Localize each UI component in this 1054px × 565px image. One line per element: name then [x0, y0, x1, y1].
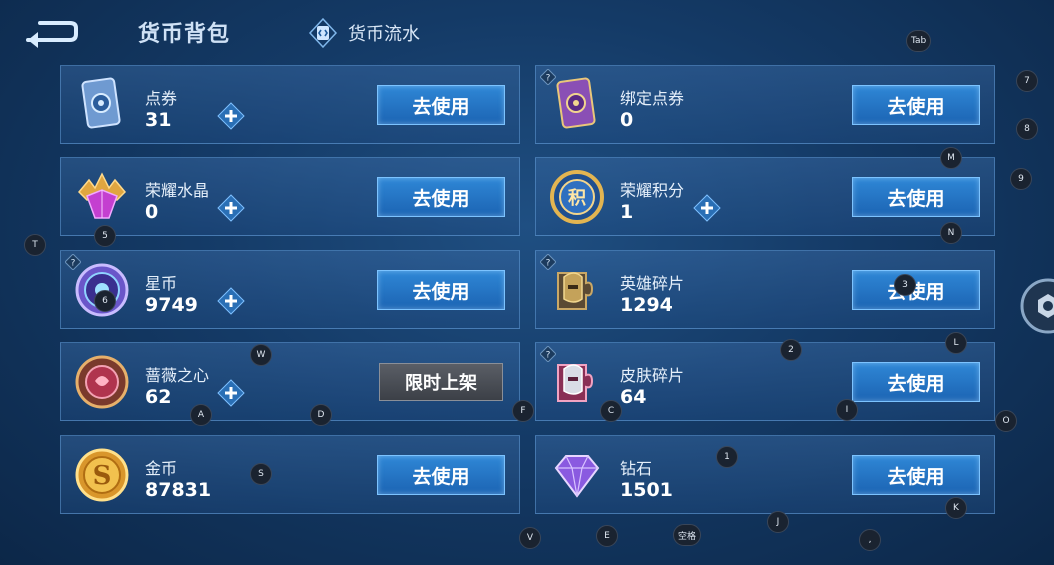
- plus-icon: [693, 194, 721, 222]
- currency-value: 9749: [145, 294, 198, 316]
- key-hint-w: W: [250, 344, 272, 366]
- gear-icon: [1020, 278, 1054, 334]
- glory-points-icon: 积: [546, 166, 608, 228]
- key-hint-o: O: [995, 410, 1017, 432]
- currency-value: 64: [620, 386, 647, 408]
- use-diamond-button[interactable]: 去使用: [852, 455, 980, 495]
- add-glory-crystal-button[interactable]: [217, 194, 245, 222]
- use-gold-coin-button[interactable]: 去使用: [377, 455, 505, 495]
- key-hint-c: C: [600, 400, 622, 422]
- key-hint-8: 8: [1016, 118, 1038, 140]
- currency-name: 英雄碎片: [620, 274, 685, 293]
- tab-currency-flow[interactable]: 货币流水: [308, 18, 420, 48]
- currency-name: 星币: [145, 274, 178, 293]
- currency-value: 87831: [145, 479, 212, 501]
- side-settings-button[interactable]: [1020, 278, 1054, 334]
- key-hint-1: 1: [716, 446, 738, 468]
- currency-name: 皮肤碎片: [620, 366, 685, 385]
- use-hero-fragment-button[interactable]: 去使用: [852, 270, 980, 310]
- add-rose-heart-button[interactable]: [217, 379, 245, 407]
- currency-card-star-coin: ? 星币 9749 去使用: [60, 250, 520, 329]
- rose-heart-icon: [71, 351, 133, 413]
- key-hint-n: N: [940, 222, 962, 244]
- key-hint-l: L: [945, 332, 967, 354]
- currency-value: 1294: [620, 294, 673, 316]
- plus-icon: [217, 379, 245, 407]
- currency-value: 0: [145, 201, 159, 223]
- currency-name: 荣耀水晶: [145, 181, 210, 200]
- key-hint-v: V: [519, 527, 541, 549]
- key-hint-k: K: [945, 497, 967, 519]
- currency-name: 蔷薇之心: [145, 366, 210, 385]
- add-star-coin-button[interactable]: [217, 287, 245, 315]
- key-hint-2: 2: [780, 339, 802, 361]
- skin-fragment-icon: [546, 351, 608, 413]
- key-hint-m: M: [940, 147, 962, 169]
- flow-tab-label: 货币流水: [348, 24, 420, 45]
- key-hint-6: 6: [94, 290, 116, 312]
- key-hint-space: 空格: [673, 524, 702, 546]
- add-coupon-button[interactable]: [217, 102, 245, 130]
- back-arrow-icon: [26, 21, 78, 48]
- currency-card-coupon: 点券 31 去使用: [60, 65, 520, 144]
- use-coupon-button[interactable]: 去使用: [377, 85, 505, 125]
- key-hint-i: I: [836, 399, 858, 421]
- currency-name: 钻石: [620, 459, 653, 478]
- currency-card-bound-coupon: ? 绑定点券 0 去使用: [535, 65, 995, 144]
- currency-value: 1501: [620, 479, 673, 501]
- use-glory-crystal-button[interactable]: 去使用: [377, 177, 505, 217]
- use-bound-coupon-button[interactable]: 去使用: [852, 85, 980, 125]
- key-hint-7: 7: [1016, 70, 1038, 92]
- currency-card-hero-fragment: ? 英雄碎片 1294 去使用: [535, 250, 995, 329]
- currency-value: 62: [145, 386, 172, 408]
- key-hint-tab: Tab: [906, 30, 932, 52]
- currency-card-gold-coin: S 金币 87831 去使用: [60, 435, 520, 514]
- currency-name: 金币: [145, 459, 178, 478]
- currency-card-glory-crystal: 荣耀水晶 0 去使用: [60, 157, 520, 236]
- key-hint-e: E: [596, 525, 618, 547]
- plus-icon: [217, 194, 245, 222]
- key-hint-5: 5: [94, 225, 116, 247]
- currency-card-diamond: 钻石 1501 去使用: [535, 435, 995, 514]
- currency-name: 荣耀积分: [620, 181, 685, 200]
- currency-value: 1: [620, 201, 634, 223]
- plus-icon: [217, 102, 245, 130]
- key-hint-3: 3: [894, 274, 916, 296]
- svg-text:S: S: [93, 461, 112, 491]
- currency-value: 0: [620, 109, 634, 131]
- tab-currency-bag[interactable]: 货币背包: [138, 16, 230, 48]
- plus-icon: [217, 287, 245, 315]
- currency-card-glory-points: 积 荣耀积分 1 去使用: [535, 157, 995, 236]
- currency-name: 点券: [145, 89, 178, 108]
- coupon-card-icon: [71, 74, 133, 136]
- use-star-coin-button[interactable]: 去使用: [377, 270, 505, 310]
- use-glory-points-button[interactable]: 去使用: [852, 177, 980, 217]
- svg-text:积: 积: [568, 188, 586, 209]
- gold-coin-icon: S: [71, 444, 133, 506]
- use-skin-fragment-button[interactable]: 去使用: [852, 362, 980, 402]
- hero-fragment-icon: [546, 259, 608, 321]
- glory-crystal-icon: [71, 166, 133, 228]
- back-button[interactable]: [24, 18, 80, 48]
- key-hint-t: T: [24, 234, 46, 256]
- bound-coupon-card-icon: [546, 74, 608, 136]
- currency-card-rose-heart: 蔷薇之心 62 限时上架: [60, 342, 520, 421]
- ledger-icon: [308, 18, 338, 48]
- limited-shelf-button[interactable]: 限时上架: [379, 363, 503, 401]
- key-hint-j: J: [767, 511, 789, 533]
- currency-value: 31: [145, 109, 172, 131]
- key-hint-s: S: [250, 463, 272, 485]
- key-hint-comma: ,: [859, 529, 881, 551]
- key-hint-f: F: [512, 400, 534, 422]
- currency-name: 绑定点券: [620, 89, 685, 108]
- diamond-icon: [546, 444, 608, 506]
- add-glory-points-button[interactable]: [693, 194, 721, 222]
- key-hint-9: 9: [1010, 168, 1032, 190]
- key-hint-d: D: [310, 404, 332, 426]
- key-hint-a: A: [190, 404, 212, 426]
